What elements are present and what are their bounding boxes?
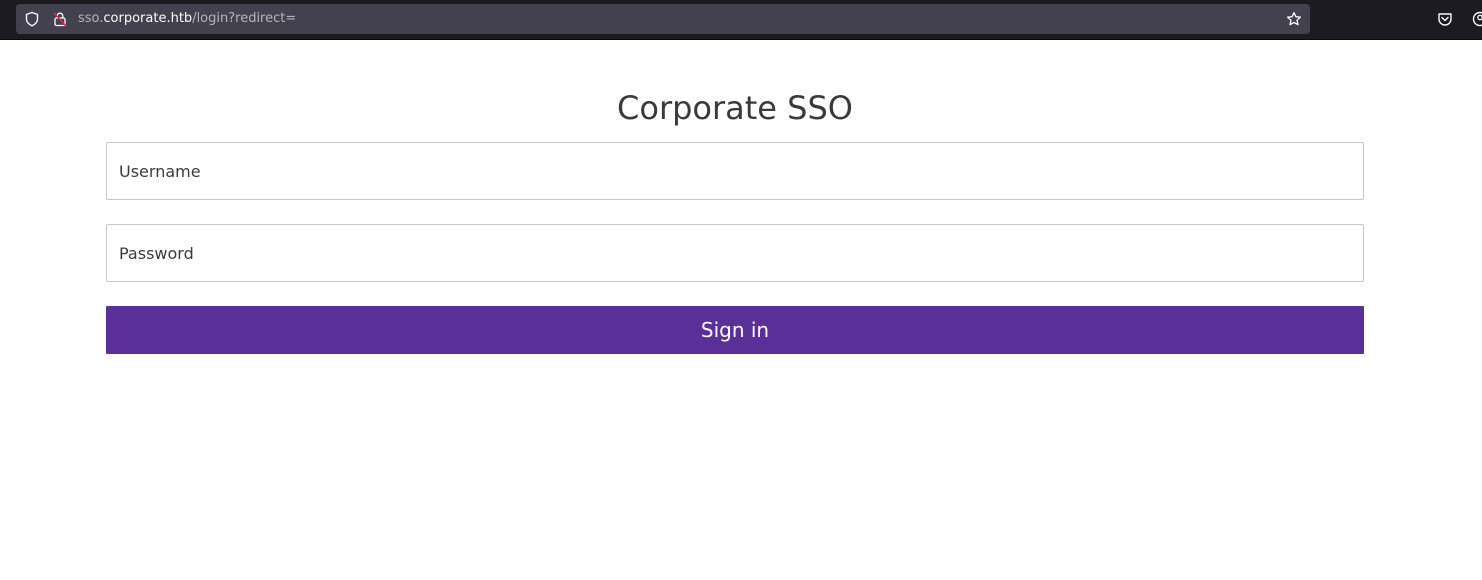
- sign-in-button[interactable]: Sign in: [106, 306, 1364, 354]
- pocket-icon[interactable]: [1437, 11, 1453, 27]
- username-input[interactable]: [106, 142, 1364, 200]
- star-icon[interactable]: [1286, 11, 1302, 27]
- address-bar[interactable]: sso.corporate.htb/login?redirect=: [16, 4, 1310, 34]
- url-prefix: sso.: [78, 11, 104, 26]
- url-text[interactable]: sso.corporate.htb/login?redirect=: [78, 11, 296, 27]
- url-host: corporate.htb: [103, 11, 193, 26]
- login-page: Corporate SSO Sign in: [0, 40, 1482, 580]
- browser-toolbar: sso.corporate.htb/login?redirect=: [0, 0, 1482, 40]
- lock-icon[interactable]: [52, 11, 68, 27]
- page-title: Corporate SSO: [617, 89, 853, 127]
- url-path: /login?redirect=: [192, 11, 297, 26]
- password-input[interactable]: [106, 224, 1364, 282]
- account-icon[interactable]: [1472, 11, 1482, 27]
- shield-icon[interactable]: [24, 11, 40, 27]
